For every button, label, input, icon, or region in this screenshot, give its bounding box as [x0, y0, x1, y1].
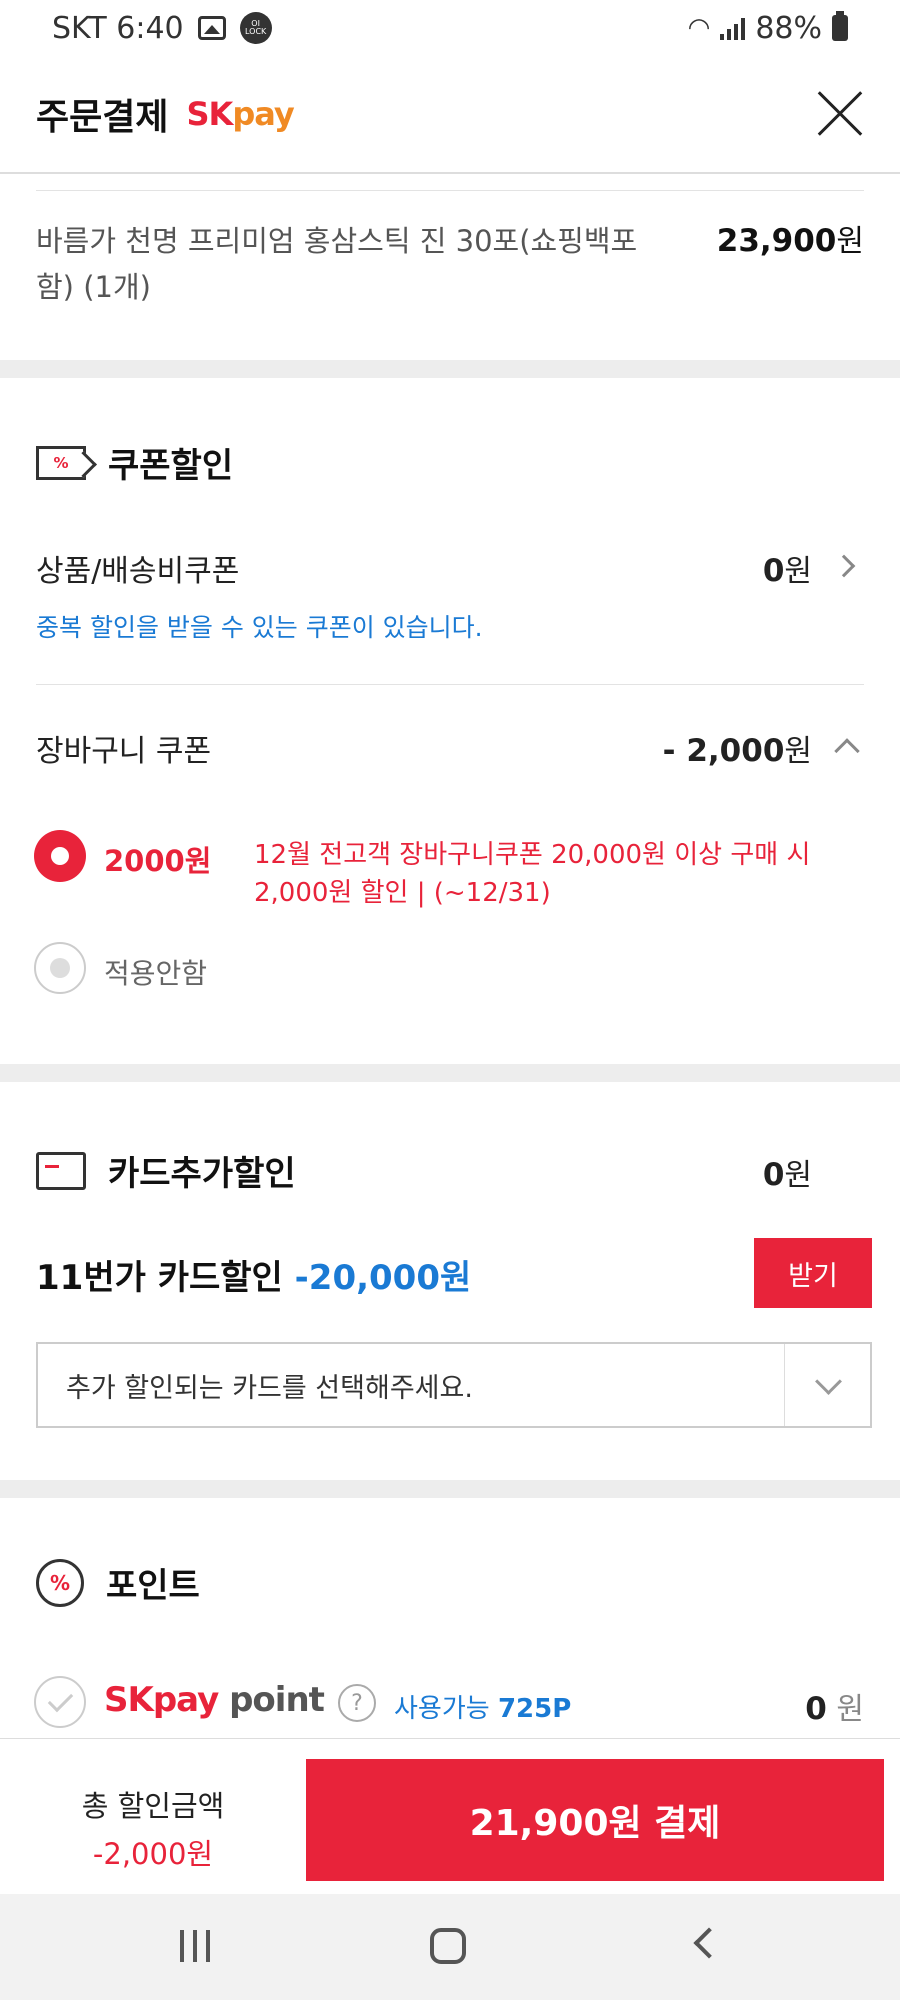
- help-icon[interactable]: ?: [338, 1684, 376, 1722]
- coupon-info-text: 중복 할인을 받을 수 있는 쿠폰이 있습니다.: [36, 613, 483, 642]
- coupon-icon: %: [36, 445, 86, 480]
- skpay-point-checkbox[interactable]: [34, 1676, 86, 1728]
- product-summary: 바름가 천명 프리미엄 홍삼스틱 진 30포(쇼핑백포함) (1개) 23,90…: [0, 174, 900, 374]
- available-points: 사용가능 725P: [394, 1694, 572, 1724]
- skpay-logo: SKpay: [186, 95, 294, 133]
- recent-apps-icon[interactable]: [180, 1930, 210, 1962]
- status-bar: SKT 6:40 OI LOCK ◠ 88%: [0, 0, 900, 56]
- skpay-point-logo: SKpay point: [104, 1680, 325, 1720]
- cart-coupon-label[interactable]: 장바구니 쿠폰: [36, 726, 211, 770]
- carrier-time: SKT 6:40: [52, 10, 184, 46]
- product-name: 바름가 천명 프리미엄 홍삼스틱 진 30포(쇼핑백포함) (1개): [36, 224, 638, 304]
- lock-app-icon: OI LOCK: [239, 12, 272, 44]
- checkout-header: 주문결제 SKpay: [0, 56, 900, 174]
- close-icon[interactable]: [816, 90, 864, 138]
- section-separator: [0, 1480, 900, 1498]
- coupon-option-radio-selected[interactable]: [34, 830, 86, 882]
- point-section-title: 포인트: [106, 1566, 200, 1606]
- system-nav-bar: [0, 1894, 900, 2000]
- pay-button[interactable]: 21,900원 결제: [306, 1759, 884, 1881]
- card-select-dropdown[interactable]: 추가 할인되는 카드를 선택해주세요.: [36, 1342, 872, 1428]
- chevron-up-icon[interactable]: [834, 738, 860, 764]
- card-section-title: 카드추가할인: [108, 1154, 296, 1194]
- section-separator: [0, 1064, 900, 1082]
- total-discount-label: 총 할인금액: [81, 1789, 225, 1823]
- battery-level: 88%: [755, 10, 822, 46]
- wifi-icon: ◠: [687, 13, 711, 43]
- coupon-section-title: 쿠폰할인: [108, 446, 234, 486]
- product-price: 23,900원: [716, 223, 864, 259]
- section-separator: [0, 360, 900, 378]
- card-promo-text: 11번가 카드할인 -20,000원: [36, 1258, 472, 1298]
- chevron-down-icon[interactable]: [784, 1344, 870, 1426]
- home-icon[interactable]: [430, 1928, 466, 1964]
- chevron-right-icon[interactable]: [832, 554, 856, 578]
- battery-icon: [832, 11, 848, 41]
- product-shipping-coupon-amount: 0원: [762, 553, 812, 589]
- card-select-placeholder: 추가 할인되는 카드를 선택해주세요.: [66, 1372, 473, 1404]
- cart-coupon-amount: - 2,000원: [662, 733, 812, 769]
- payment-bar: 총 할인금액 -2,000원 21,900원 결제: [0, 1738, 900, 1894]
- coupon-option-description: 12월 전고객 장바구니쿠폰 20,000원 이상 구매 시 2,000원 할인…: [254, 840, 811, 908]
- total-discount-value: -2,000원: [92, 1837, 214, 1871]
- point-amount: 0 원: [805, 1691, 864, 1727]
- gallery-icon: [197, 16, 226, 40]
- page-title: 주문결제: [36, 97, 169, 138]
- coupon-option-radio-none[interactable]: [34, 942, 86, 994]
- divider: [36, 190, 864, 191]
- coupon-option-amount[interactable]: 2000원: [104, 838, 211, 880]
- receive-coupon-button[interactable]: 받기: [754, 1238, 872, 1308]
- card-discount-amount: 0원: [762, 1157, 812, 1193]
- back-icon[interactable]: [693, 1927, 725, 1959]
- signal-icon: [720, 16, 746, 40]
- product-shipping-coupon-label[interactable]: 상품/배송비쿠폰: [36, 546, 239, 590]
- coupon-section-header: % 쿠폰할인: [36, 438, 233, 487]
- card-section-header: 카드추가할인: [36, 1146, 296, 1195]
- credit-card-icon: [36, 1151, 86, 1190]
- divider: [36, 684, 864, 685]
- percent-icon: %: [36, 1558, 84, 1607]
- point-section-header: % 포인트: [36, 1558, 200, 1607]
- coupon-option-none-label[interactable]: 적용안함: [104, 952, 207, 992]
